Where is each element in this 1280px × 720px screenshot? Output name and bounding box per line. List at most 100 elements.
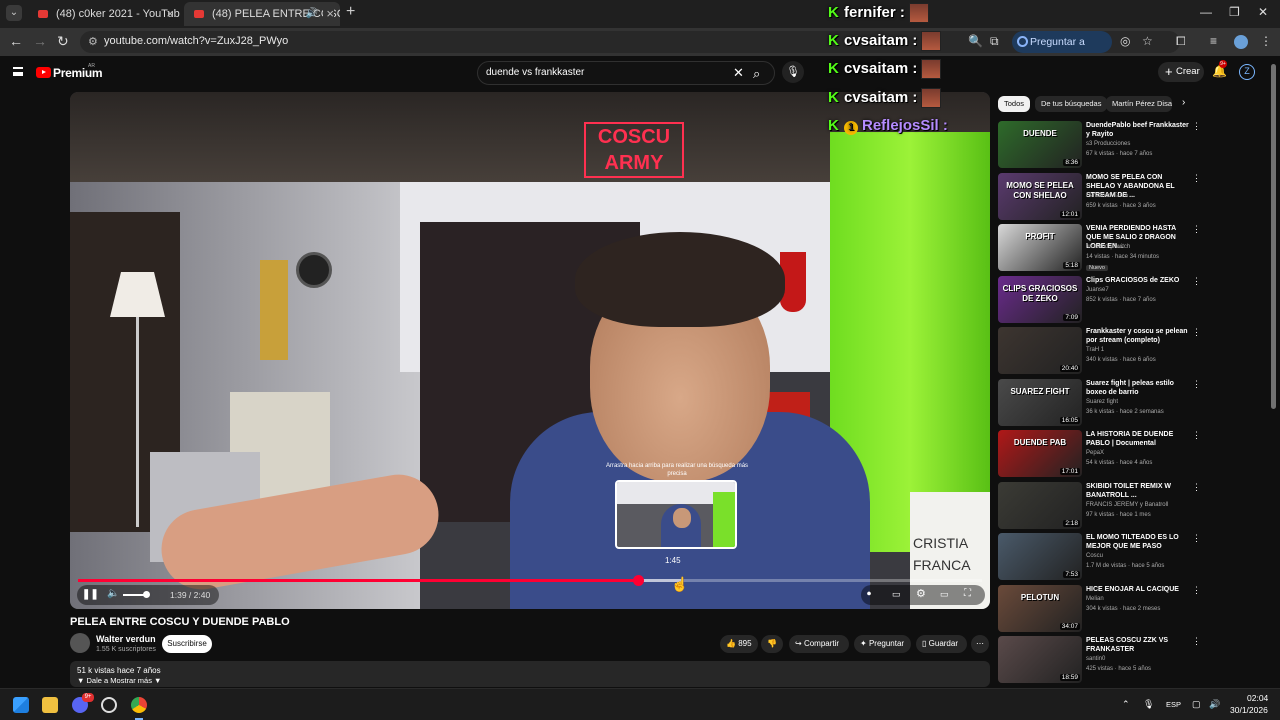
subtitles-icon[interactable]: ▭ bbox=[892, 589, 901, 600]
youtube-logo-icon[interactable] bbox=[36, 67, 51, 78]
video-thumbnail[interactable]: MOMO SE PELEA CON SHELAO 12:01 bbox=[998, 172, 1082, 220]
recommendation-item[interactable]: DUENDE PAB 17:01 LA HISTORIA DE DUENDE PAB… bbox=[998, 430, 1268, 478]
more-options-icon[interactable]: ⋮ bbox=[1192, 379, 1201, 390]
recommendation-channel[interactable]: Juanse7 bbox=[1086, 287, 1109, 293]
more-options-icon[interactable]: ⋮ bbox=[1192, 224, 1201, 235]
close-window-icon[interactable]: ✕ bbox=[1258, 5, 1268, 19]
recommendation-channel[interactable]: s3 Producciones bbox=[1086, 141, 1130, 147]
recommendation-title[interactable]: Suarez fight | peleas estilo boxeo de ba… bbox=[1086, 379, 1192, 397]
more-options-icon[interactable]: ⋮ bbox=[1192, 327, 1201, 338]
back-icon[interactable]: ← bbox=[9, 33, 23, 49]
recommendation-channel[interactable]: Coscu bbox=[1086, 553, 1103, 559]
account-avatar[interactable]: Z bbox=[1239, 64, 1255, 80]
video-thumbnail[interactable]: DUENDE 8:36 bbox=[998, 121, 1082, 168]
more-options-icon[interactable]: ⋮ bbox=[1192, 482, 1201, 493]
more-options-icon[interactable]: ⋮ bbox=[1192, 585, 1201, 596]
speaker-icon[interactable]: 🔊 bbox=[1209, 699, 1220, 710]
reload-icon[interactable]: ↻ bbox=[57, 33, 69, 50]
ask-button[interactable]: ✦ Preguntar bbox=[854, 635, 911, 653]
restore-icon[interactable]: ❐ bbox=[1229, 5, 1240, 19]
zoom-icon[interactable]: 🔍 bbox=[968, 34, 983, 48]
recommendation-title[interactable]: Frankkaster y coscu se pelean por stream… bbox=[1086, 327, 1192, 345]
more-options-icon[interactable]: ⋮ bbox=[1192, 276, 1201, 287]
volume-handle[interactable] bbox=[143, 591, 150, 598]
dislike-button[interactable]: 👎 bbox=[761, 635, 783, 653]
clock-time[interactable]: 02:04 bbox=[1247, 693, 1268, 703]
more-options-icon[interactable]: ⋮ bbox=[1192, 636, 1201, 647]
recommendation-item[interactable]: DUENDE 8:36 DuendePablo beef Frankkaster y… bbox=[998, 121, 1268, 169]
tray-overflow-icon[interactable]: ⌃ bbox=[1122, 699, 1130, 710]
volume-icon[interactable]: 🔈 bbox=[107, 588, 119, 599]
chrome-icon[interactable] bbox=[131, 697, 147, 713]
save-button[interactable]: ▯ Guardar bbox=[916, 635, 967, 653]
extensions-icon[interactable]: ⧠ bbox=[1176, 34, 1186, 49]
recommendation-channel[interactable]: Melian bbox=[1086, 596, 1104, 602]
forward-icon[interactable]: → bbox=[33, 33, 47, 49]
recommendation-item[interactable]: MOMO SE PELEA CON SHELAO 12:01 MOMO SE PEL… bbox=[998, 172, 1268, 221]
recommendation-channel[interactable]: Suarez fight bbox=[1086, 399, 1118, 405]
recommendation-item[interactable]: 7:53 EL MOMO TILTEADO ES LO MEJOR QUE ME … bbox=[998, 533, 1268, 581]
tab-search-icon[interactable]: ⌄ bbox=[6, 5, 22, 21]
recommendation-channel[interactable]: PepaX bbox=[1086, 450, 1104, 456]
chips-next-icon[interactable]: › bbox=[1182, 97, 1185, 108]
bookmark-star-icon[interactable]: ☆ bbox=[1142, 34, 1153, 48]
page-scrollbar[interactable] bbox=[1271, 64, 1276, 409]
recommendation-item[interactable]: SUAREZ FIGHT 16:05 Suarez fight | peleas e… bbox=[998, 378, 1268, 427]
browser-tab-2-active[interactable]: (48) PELEA ENTRE COSCU Y DUENDE PABLO - … bbox=[184, 2, 340, 26]
like-button[interactable]: 👍 895 bbox=[720, 635, 758, 653]
close-tab-icon[interactable]: × bbox=[323, 2, 334, 26]
pause-icon[interactable]: ❚❚ bbox=[82, 589, 99, 600]
chip-channel[interactable]: Martín Pérez Disalvo bbox=[1106, 96, 1172, 112]
theater-mode-icon[interactable]: ▭ bbox=[940, 589, 949, 600]
video-thumbnail[interactable]: PELOTUN 34:07 bbox=[998, 584, 1082, 632]
recommendation-title[interactable]: LA HISTORIA DE DUENDE PABLO | Documental bbox=[1086, 430, 1192, 448]
windows-start-icon[interactable] bbox=[13, 697, 29, 713]
hamburger-menu-icon[interactable] bbox=[13, 67, 23, 76]
file-explorer-icon[interactable] bbox=[42, 697, 58, 713]
video-thumbnail[interactable]: 20:40 bbox=[998, 327, 1082, 374]
recommendation-item[interactable]: CLIPS GRACIOSOS DE ZEKO 7:09 Clips GRACIOS… bbox=[998, 275, 1268, 324]
subscribe-button[interactable]: Suscribirse bbox=[162, 635, 212, 653]
video-player[interactable]: COSCU ARMY CRISTIA FRANCA bbox=[70, 92, 990, 609]
browser-menu-icon[interactable]: ⋮ bbox=[1260, 34, 1272, 48]
minimize-icon[interactable]: — bbox=[1200, 5, 1212, 19]
recommendation-item[interactable]: 18:59 PELEAS COSCU ZZK VS FRANKASTER santi… bbox=[998, 636, 1268, 684]
audio-playing-icon[interactable]: 🔊 bbox=[306, 2, 318, 26]
show-more-text[interactable]: ▼ Dale a Mostrar más ▼ bbox=[77, 676, 161, 685]
video-thumbnail[interactable]: CLIPS GRACIOSOS DE ZEKO 7:09 bbox=[998, 275, 1082, 323]
chip-all[interactable]: Todos bbox=[998, 96, 1031, 112]
profile-avatar-icon[interactable] bbox=[1234, 35, 1248, 49]
channel-name[interactable]: Walter verdun bbox=[96, 634, 156, 644]
browser-tab-1[interactable]: (48) c0ker 2021 - YouTube × bbox=[28, 2, 180, 26]
input-language[interactable]: ESP bbox=[1166, 700, 1181, 709]
recommendation-title[interactable]: SKIBIDI TOILET REMIX W BANATROLL ... bbox=[1086, 482, 1192, 500]
video-thumbnail[interactable]: 7:53 bbox=[998, 533, 1082, 580]
new-tab-icon[interactable]: + bbox=[346, 3, 355, 21]
video-thumbnail[interactable]: PROFIT 5:18 bbox=[998, 224, 1082, 271]
video-thumbnail[interactable]: DUENDE PAB 17:01 bbox=[998, 430, 1082, 477]
clear-search-icon[interactable]: ✕ bbox=[733, 65, 744, 81]
share-button[interactable]: ↪ Compartir bbox=[789, 635, 849, 653]
recommendation-channel[interactable]: santin0 bbox=[1086, 656, 1105, 662]
tray-mic-icon[interactable]: 🎙 bbox=[1143, 699, 1154, 710]
network-icon[interactable]: ▢ bbox=[1192, 699, 1201, 710]
video-thumbnail[interactable]: 18:59 bbox=[998, 636, 1082, 683]
recommendation-channel[interactable]: TraH 1 bbox=[1086, 347, 1104, 353]
search-input[interactable]: duende vs frankkaster ✕ bbox=[477, 61, 775, 85]
more-options-icon[interactable]: ⋮ bbox=[1192, 533, 1201, 544]
recommendation-title[interactable]: EL MOMO TILTEADO ES LO MEJOR QUE ME PASO bbox=[1086, 533, 1192, 551]
progress-bar[interactable] bbox=[78, 575, 982, 586]
install-app-icon[interactable]: ⧉ bbox=[990, 34, 999, 49]
recommendation-title[interactable]: HICE ENOJAR AL CACIQUE bbox=[1086, 585, 1192, 594]
media-control-icon[interactable]: ≡ bbox=[1210, 34, 1217, 48]
recommendation-title[interactable]: PELEAS COSCU ZZK VS FRANKASTER bbox=[1086, 636, 1192, 654]
channel-avatar[interactable] bbox=[70, 633, 90, 653]
more-options-icon[interactable]: ⋮ bbox=[1192, 173, 1201, 184]
recommendation-item[interactable]: 2:18 SKIBIDI TOILET REMIX W BANATROLL ...… bbox=[998, 481, 1268, 530]
recommendation-channel[interactable]: Fernando Tarifa bbox=[1086, 193, 1128, 199]
video-thumbnail[interactable]: SUAREZ FIGHT 16:05 bbox=[998, 378, 1082, 426]
fullscreen-icon[interactable]: ⛶ bbox=[964, 588, 971, 599]
create-button[interactable]: + Crear bbox=[1158, 62, 1204, 82]
site-info-icon[interactable]: ⚙ bbox=[88, 35, 98, 48]
microphone-icon[interactable]: 🎙 bbox=[782, 61, 804, 83]
